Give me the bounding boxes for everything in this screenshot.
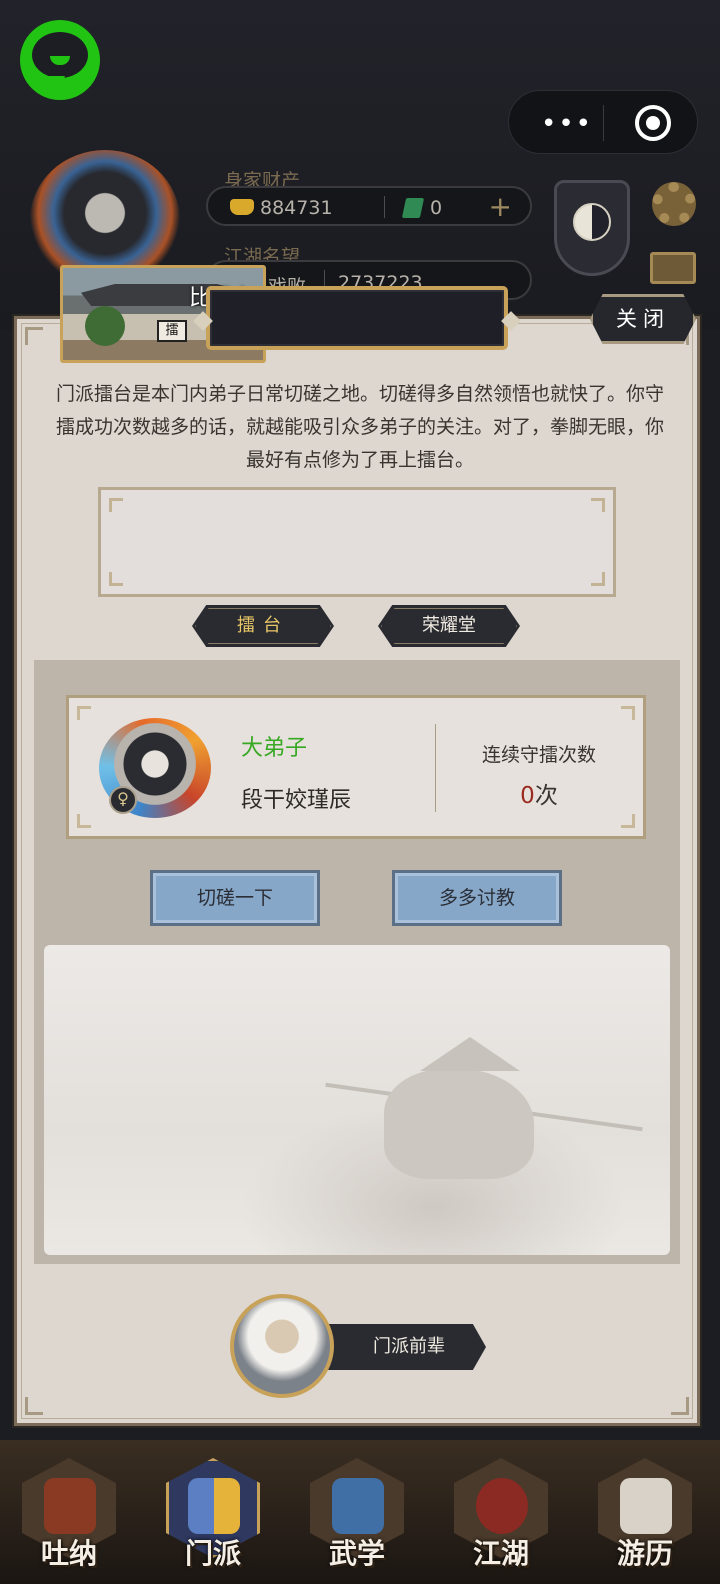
bottom-nav: 吐纳 门派 武学 江湖 游历 [0,1440,720,1584]
nav-item-jianghu[interactable]: 江湖 [446,1456,556,1576]
close-program-icon[interactable] [635,105,671,141]
seek-advice-button[interactable]: 多多讨教 [392,870,562,926]
sect-emblem[interactable] [554,180,630,276]
wealth-bar: 884731 0 + [206,186,532,226]
streak-value: 0次 [449,776,629,810]
add-currency-button[interactable]: + [489,190,512,223]
nav-item-breathing[interactable]: 吐纳 [14,1456,124,1576]
chat-bubble-icon[interactable] [20,20,100,100]
streak-label: 连续守擂次数 [481,744,596,766]
arena-plaque: 擂 [157,320,187,342]
scroll-book-icon [332,1478,384,1534]
nav-item-sect[interactable]: 门派 [158,1456,268,1576]
nav-item-travel[interactable]: 游历 [590,1456,700,1576]
notice-box [98,487,616,597]
champion-name: 段干姣瑾辰 [241,788,352,813]
straw-hat-icon [476,1478,528,1534]
gold-amount: 884731 [260,197,333,219]
jade-icon [401,198,425,218]
spar-button[interactable]: 切磋一下 [150,870,320,926]
ink-painting-scenery [44,945,670,1255]
streak-unit: 次 [534,783,558,809]
streak-count: 0 [520,783,535,809]
gold-ingot-icon [230,199,254,215]
more-menu-icon[interactable]: ••• [541,109,593,139]
elder-avatar[interactable] [230,1294,334,1398]
jade-amount: 0 [430,197,443,219]
nav-item-martial-arts[interactable]: 武学 [302,1456,412,1576]
gear-icon[interactable] [652,182,696,226]
champion-title: 大弟子 [241,736,308,761]
mail-icon[interactable] [650,252,696,284]
horse-icon [620,1478,672,1534]
yin-yang-icon [573,203,611,241]
tab-arena[interactable]: 擂台 [192,605,334,647]
arena-description: 门派擂台是本门内弟子日常切磋之地。切磋得多自然领悟也就快了。你守擂成功次数越多的… [56,383,665,471]
modal-title-plate [193,286,521,350]
tab-hall-of-honor[interactable]: 荣耀堂 [378,605,520,647]
close-button[interactable]: 关闭 [590,294,696,344]
sect-banner-icon [188,1478,240,1534]
champion-card: ♀ 大弟子 段干姣瑾辰 连续守擂次数 0次 [66,695,646,839]
female-icon: ♀ [109,786,137,814]
elder-button[interactable]: 门派前辈 [322,1324,486,1370]
incense-burner-icon [44,1478,96,1534]
mini-program-capsule: ••• [508,90,698,154]
